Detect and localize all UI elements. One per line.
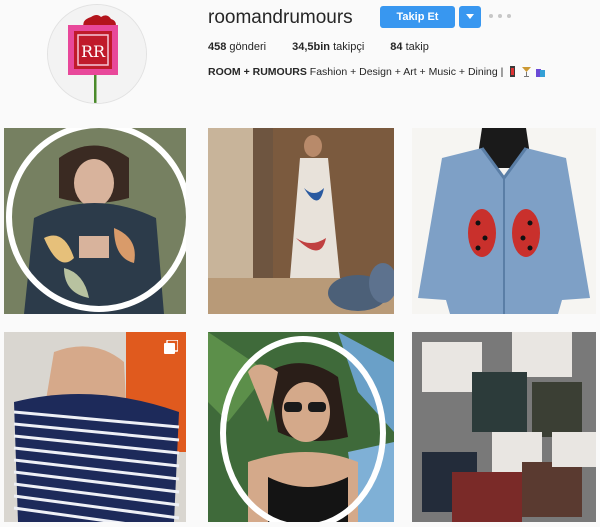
bio-tagline: Fashion + Design + Art + Music + Dining … [306,66,507,78]
more-dot-icon [507,14,511,18]
post-image [412,332,596,522]
profile-stats: 458 gönderi 34,5bin takipçi 84 takip [208,41,455,53]
caret-down-icon [466,14,474,19]
post-gift-boxes-socks[interactable] [412,332,596,522]
followers-count[interactable]: 34,5bin takipçi [292,41,364,53]
profile-bio: ROOM + RUMOURS Fashion + Design + Art + … [208,66,546,78]
shopping-bags-emoji-icon [536,69,546,77]
brand-logo: RR [48,5,146,103]
multiple-photos-icon [164,340,178,354]
following-count[interactable]: 84 takip [390,41,429,53]
post-sunglasses-swimsuit[interactable] [208,332,394,522]
profile-username: roomandrumours [208,7,353,28]
post-image [208,128,394,314]
suggestions-dropdown-button[interactable] [459,6,481,28]
bio-brand: ROOM + RUMOURS [208,66,307,78]
highlight-ring [220,336,386,522]
post-floral-dress[interactable] [208,128,394,314]
more-dot-icon [498,14,502,18]
post-image [412,128,596,314]
posts-count[interactable]: 458 gönderi [208,41,266,53]
more-options-button[interactable] [489,10,511,22]
post-denim-jacket-ladybug[interactable] [412,128,596,314]
post-image [4,332,186,522]
post-striped-ruffle-top[interactable] [4,332,186,522]
follow-button[interactable]: Takip Et [380,6,455,28]
cocktail-emoji-icon [522,67,532,77]
post-floral-robe[interactable] [4,128,186,314]
svg-text:RR: RR [81,42,106,61]
tie-emoji-icon [510,66,516,77]
more-dot-icon [489,14,493,18]
highlight-ring [6,128,186,312]
profile-avatar[interactable]: RR [47,4,147,104]
